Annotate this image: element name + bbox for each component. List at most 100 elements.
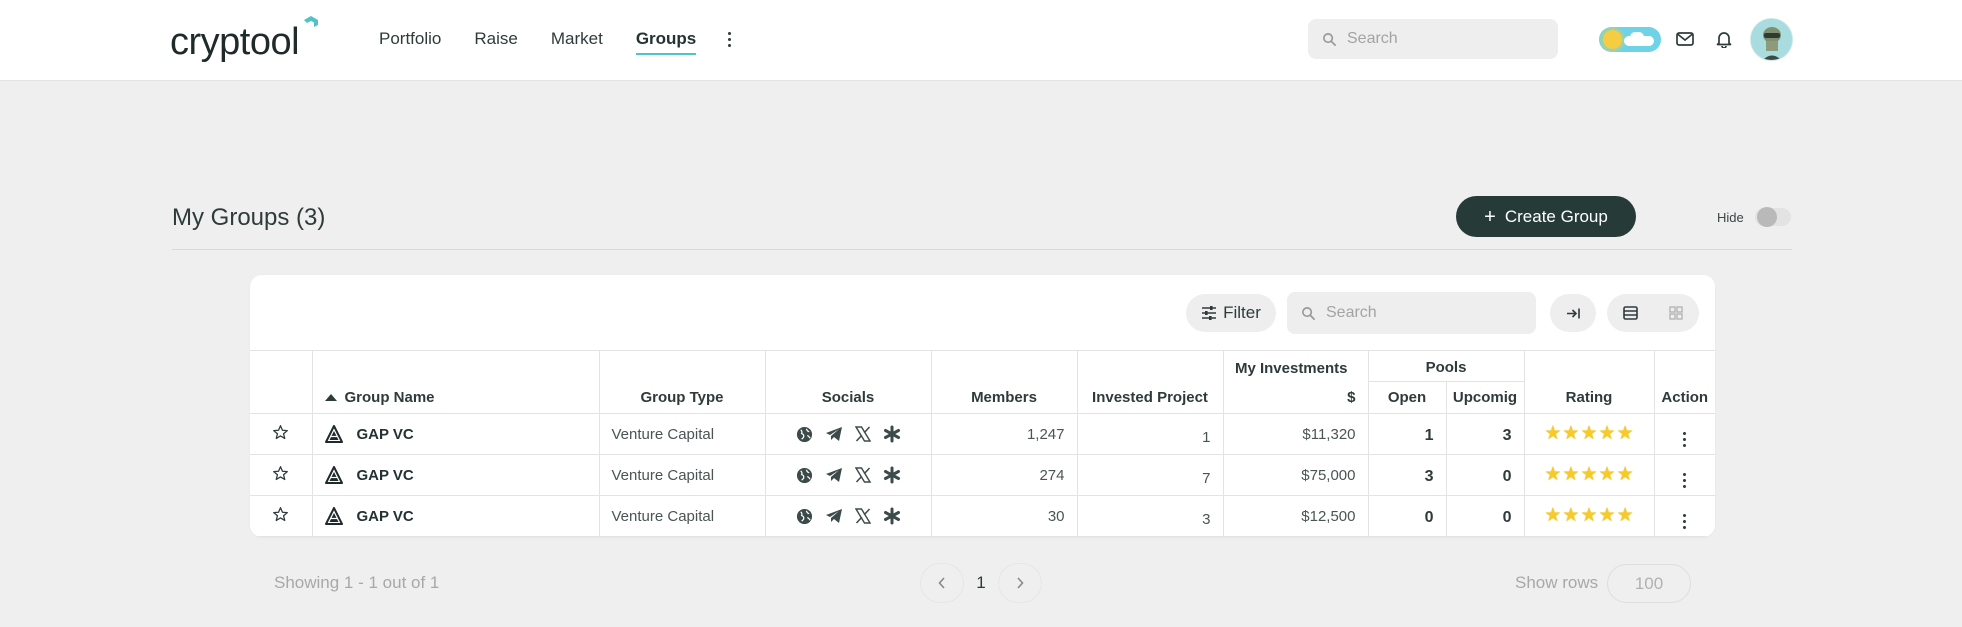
group-name-cell[interactable]: GAP VC xyxy=(313,507,599,525)
website-globe-icon[interactable] xyxy=(795,425,814,444)
pools-open-header[interactable]: Open xyxy=(1367,381,1447,414)
divider xyxy=(172,249,1792,250)
rating-star-icon: ★ xyxy=(1544,464,1562,485)
pools-upcoming-header[interactable]: Upcomig xyxy=(1445,381,1524,414)
favorite-column-header xyxy=(250,350,313,414)
linktree-icon[interactable] xyxy=(882,466,901,485)
website-globe-icon[interactable] xyxy=(795,507,814,526)
table-row[interactable]: GAP VC Venture Capital 30 3 $12,500 0 0 ★ ★ ★ ★ ★ xyxy=(250,495,1715,537)
create-group-button[interactable]: + Create Group xyxy=(1456,196,1636,237)
table-search-input[interactable] xyxy=(1326,304,1506,322)
group-type-header[interactable]: Group Type xyxy=(598,350,766,414)
rating-star-icon: ★ xyxy=(1562,505,1580,526)
members-count: 274 xyxy=(930,454,1078,496)
search-icon xyxy=(1323,32,1336,46)
rating-star-icon: ★ xyxy=(1598,505,1616,526)
sun-icon xyxy=(1603,30,1622,49)
my-investments-unit-header: $ xyxy=(1223,381,1369,414)
more-vertical-icon[interactable] xyxy=(719,28,739,50)
x-twitter-icon[interactable] xyxy=(853,507,872,526)
main-nav: Portfolio Raise Market Groups xyxy=(379,28,739,55)
rows-per-page-input[interactable]: 100 xyxy=(1607,564,1691,603)
rating-star-icon: ★ xyxy=(1616,464,1634,485)
group-type: Venture Capital xyxy=(598,413,766,455)
group-name: GAP VC xyxy=(356,466,414,484)
group-logo-icon xyxy=(324,507,357,525)
pools-open-count: 1 xyxy=(1367,413,1447,455)
show-rows-label: Show rows xyxy=(1515,573,1599,592)
top-header: cryptool Portfolio Raise Market Groups xyxy=(0,0,1962,81)
chevron-left-icon xyxy=(938,577,945,589)
members-count: 30 xyxy=(930,495,1078,537)
row-actions-more-icon[interactable] xyxy=(1679,472,1691,488)
rating-star-icon: ★ xyxy=(1562,464,1580,485)
cloud-base xyxy=(1624,36,1654,46)
invested-project-header[interactable]: Invested Project xyxy=(1076,350,1224,414)
linktree-icon[interactable] xyxy=(882,425,901,444)
pagination-summary: Showing 1 - 1 out of 1 xyxy=(274,573,440,592)
socials-links xyxy=(766,507,931,526)
pools-upcoming-count: 0 xyxy=(1445,454,1525,496)
hide-toggle[interactable] xyxy=(1755,207,1791,227)
nav-item-raise[interactable]: Raise xyxy=(474,28,517,50)
list-view-button[interactable] xyxy=(1607,294,1653,332)
table-search[interactable] xyxy=(1287,292,1536,334)
global-search-input[interactable] xyxy=(1347,30,1527,48)
nav-item-portfolio[interactable]: Portfolio xyxy=(379,28,441,50)
row-actions-more-icon[interactable] xyxy=(1679,431,1691,447)
search-icon xyxy=(1302,306,1315,320)
pagination: 1 xyxy=(920,563,1042,603)
members-header[interactable]: Members xyxy=(930,350,1078,414)
filter-sliders-icon xyxy=(1202,306,1217,320)
brand-name: cryptool xyxy=(170,21,300,63)
nav-item-groups[interactable]: Groups xyxy=(635,28,697,55)
current-page[interactable]: 1 xyxy=(964,573,998,593)
export-button[interactable] xyxy=(1550,294,1596,332)
bell-icon[interactable] xyxy=(1713,28,1735,50)
row-actions-more-icon[interactable] xyxy=(1679,513,1691,529)
group-logo-icon xyxy=(324,466,357,484)
group-name-cell[interactable]: GAP VC xyxy=(313,466,599,484)
groups-table: Group Name Group Type Socials Members In… xyxy=(250,350,1715,537)
telegram-icon[interactable] xyxy=(824,466,843,485)
x-twitter-icon[interactable] xyxy=(853,425,872,444)
toggle-knob xyxy=(1757,207,1777,227)
global-search[interactable] xyxy=(1308,19,1558,59)
prev-page-button[interactable] xyxy=(920,563,964,603)
members-count: 1,247 xyxy=(930,413,1078,455)
my-investments-value: $12,500 xyxy=(1222,495,1369,537)
groups-table-card: Filter Group Name Group Type Socials Mem… xyxy=(250,275,1715,537)
x-twitter-icon[interactable] xyxy=(853,466,872,485)
next-page-button[interactable] xyxy=(998,563,1042,603)
linktree-icon[interactable] xyxy=(882,507,901,526)
view-toggle xyxy=(1607,294,1699,332)
group-type: Venture Capital xyxy=(598,495,766,537)
favorite-star-icon[interactable] xyxy=(272,506,289,523)
telegram-icon[interactable] xyxy=(824,507,843,526)
avatar[interactable] xyxy=(1750,18,1793,61)
rating-header[interactable]: Rating xyxy=(1523,350,1655,414)
brand-logo[interactable]: cryptool xyxy=(170,16,320,64)
invested-project-count: 1 xyxy=(1076,413,1224,455)
pools-open-count: 0 xyxy=(1367,495,1447,537)
export-arrow-icon xyxy=(1566,308,1580,318)
create-group-label: Create Group xyxy=(1504,206,1608,226)
grid-view-button[interactable] xyxy=(1653,294,1699,332)
group-name-header[interactable]: Group Name xyxy=(311,350,600,414)
group-name-cell[interactable]: GAP VC xyxy=(313,425,599,443)
favorite-star-icon[interactable] xyxy=(272,424,289,441)
rating-star-icon: ★ xyxy=(1580,423,1598,444)
rating-stars: ★ ★ ★ ★ ★ xyxy=(1525,505,1654,526)
nav-item-market[interactable]: Market xyxy=(551,28,603,50)
filter-button[interactable]: Filter xyxy=(1186,294,1276,332)
mail-icon[interactable] xyxy=(1674,28,1696,50)
table-row[interactable]: GAP VC Venture Capital 274 7 $75,000 3 0 ★ ★ ★ ★ ★ xyxy=(250,454,1715,496)
table-row[interactable]: GAP VC Venture Capital 1,247 1 $11,320 1 3 ★ ★ ★ ★… xyxy=(250,413,1715,455)
sort-asc-icon xyxy=(324,394,337,401)
theme-toggle[interactable] xyxy=(1599,27,1661,52)
website-globe-icon[interactable] xyxy=(795,466,814,485)
favorite-star-icon[interactable] xyxy=(272,465,289,482)
rating-star-icon: ★ xyxy=(1598,464,1616,485)
telegram-icon[interactable] xyxy=(824,425,843,444)
my-investments-header[interactable]: My Investments xyxy=(1222,350,1369,382)
